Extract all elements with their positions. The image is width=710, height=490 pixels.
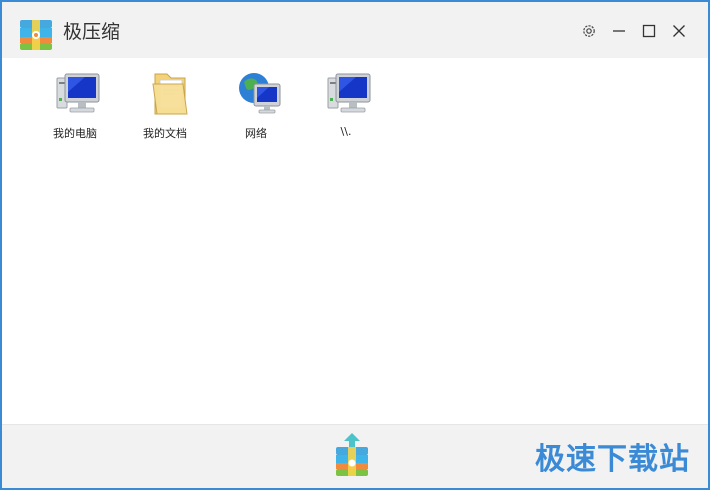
maximize-icon <box>642 24 656 38</box>
maximize-button[interactable] <box>638 20 660 42</box>
file-browser-area[interactable]: 我的电脑 我的文档 网络 \\. <box>2 58 708 424</box>
close-button[interactable] <box>668 20 690 42</box>
compress-button[interactable] <box>332 431 372 477</box>
desktop-item-label: \\. <box>340 125 352 138</box>
desktop-item-my-computer[interactable]: 我的电脑 <box>38 70 112 146</box>
close-icon <box>672 24 686 38</box>
gear-icon <box>581 23 597 39</box>
computer-icon <box>55 70 100 118</box>
network-globe-icon <box>236 70 281 118</box>
computer-icon <box>326 70 371 118</box>
desktop-item-my-documents[interactable]: 我的文档 <box>128 70 202 146</box>
title-bar[interactable]: 极压缩 <box>2 2 708 58</box>
desktop-item-label: 我的文档 <box>143 127 187 140</box>
watermark-text: 极速下载站 <box>535 442 690 477</box>
settings-button[interactable] <box>578 20 600 42</box>
minimize-icon <box>612 24 626 38</box>
minimize-button[interactable] <box>608 20 630 42</box>
desktop-item-label: 我的电脑 <box>53 127 97 140</box>
compress-upload-icon <box>332 433 372 481</box>
desktop-item-label: 网络 <box>245 127 267 140</box>
desktop-item-network[interactable]: 网络 <box>219 70 293 146</box>
app-title: 极压缩 <box>63 21 121 43</box>
app-window: 极压缩 我的电脑 我的文档 网络 \\. 极速下载站 <box>0 0 710 490</box>
desktop-item-root[interactable]: \\. <box>309 70 383 146</box>
bottom-bar: 极速下载站 <box>2 424 708 488</box>
archive-logo-icon <box>18 16 54 52</box>
folder-documents-icon <box>145 70 189 118</box>
